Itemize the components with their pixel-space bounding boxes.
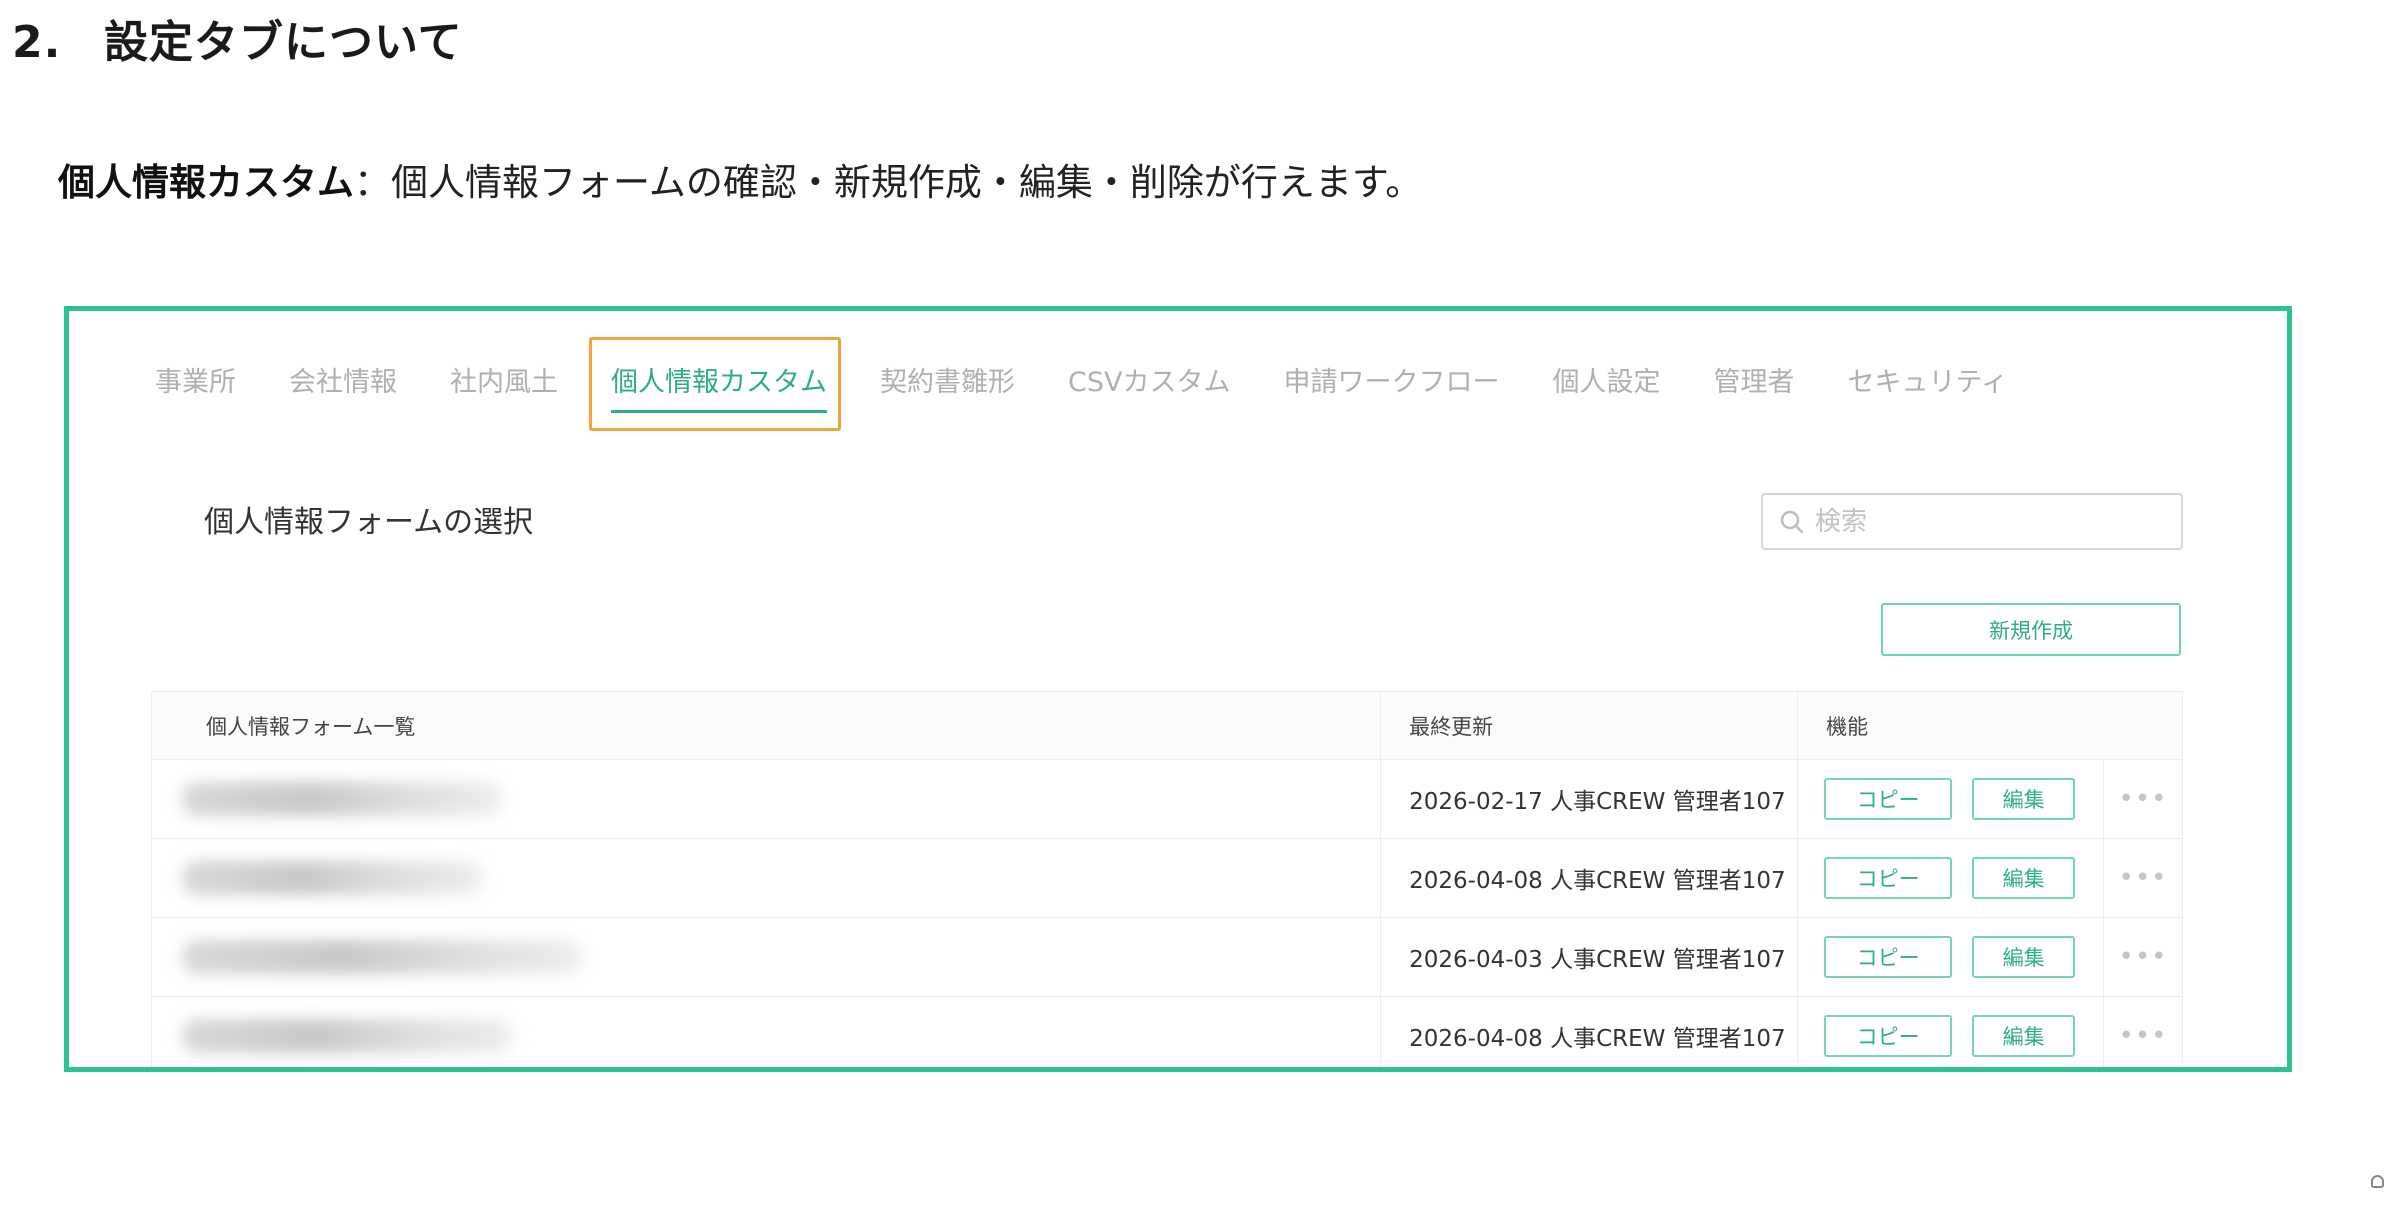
tab-company-info[interactable]: 会社情報: [289, 360, 397, 399]
function-cell: コピー 編集: [1797, 917, 2104, 997]
document-heading: 2. 設定タブについて: [12, 6, 463, 70]
heading-title: 設定タブについて: [104, 17, 463, 68]
settings-tab-bar: 事業所 会社情報 社内風土 個人情報カスタム 契約書雛形 CSVカスタム 申請ワ…: [155, 357, 2061, 413]
table-row: 2026-04-03 人事CREW 管理者107 コピー 編集 •••: [150, 917, 2183, 997]
more-cell: •••: [2103, 996, 2183, 1067]
copy-button[interactable]: コピー: [1824, 857, 1953, 899]
search-box[interactable]: [1761, 493, 2183, 550]
function-cell: コピー 編集: [1797, 838, 2104, 918]
search-input[interactable]: [1815, 506, 2175, 537]
last-updated-cell: 2026-04-03 人事CREW 管理者107: [1380, 917, 1799, 997]
more-cell: •••: [2103, 759, 2183, 839]
more-cell: •••: [2103, 838, 2183, 918]
tab-office[interactable]: 事業所: [155, 360, 236, 399]
header-last-updated: 最終更新: [1380, 691, 1799, 760]
table-row: 2026-04-08 人事CREW 管理者107 コピー 編集 •••: [150, 996, 2183, 1067]
copy-button[interactable]: コピー: [1824, 936, 1953, 978]
edit-button[interactable]: 編集: [1972, 778, 2076, 820]
blurred-form-name: [182, 1019, 512, 1053]
form-name-cell[interactable]: [150, 759, 1382, 839]
blurred-form-name: [182, 782, 502, 816]
last-updated-cell: 2026-04-08 人事CREW 管理者107: [1380, 838, 1799, 918]
blurred-form-name: [182, 861, 482, 895]
tab-company-culture[interactable]: 社内風土: [450, 360, 558, 399]
more-options-icon[interactable]: •••: [2118, 942, 2167, 972]
form-name-cell[interactable]: [150, 917, 1382, 997]
table-row: 2026-04-08 人事CREW 管理者107 コピー 編集 •••: [150, 838, 2183, 918]
description: 個人情報カスタム：個人情報フォームの確認・新規作成・編集・削除が行えます。: [58, 152, 1422, 206]
tab-security[interactable]: セキュリティ: [1847, 360, 2007, 399]
description-bold: 個人情報カスタム: [58, 161, 354, 204]
more-options-icon[interactable]: •••: [2118, 863, 2167, 893]
search-icon: [1779, 509, 1805, 535]
last-updated-cell: 2026-04-08 人事CREW 管理者107: [1380, 996, 1799, 1067]
copy-button[interactable]: コピー: [1824, 778, 1953, 820]
table-header-row: 個人情報フォーム一覧 最終更新 機能: [150, 691, 2183, 760]
copy-button[interactable]: コピー: [1824, 1015, 1953, 1057]
blurred-form-name: [182, 940, 582, 974]
header-form-list: 個人情報フォーム一覧: [150, 691, 1382, 760]
function-cell: コピー 編集: [1797, 996, 2104, 1067]
function-cell: コピー 編集: [1797, 759, 2104, 839]
more-options-icon[interactable]: •••: [2118, 1021, 2167, 1051]
edit-button[interactable]: 編集: [1972, 936, 2076, 978]
tab-personal-settings[interactable]: 個人設定: [1552, 360, 1660, 399]
tab-contract-template[interactable]: 契約書雛形: [880, 360, 1015, 399]
form-name-cell[interactable]: [150, 838, 1382, 918]
tab-personal-info-custom[interactable]: 個人情報カスタム: [611, 360, 827, 413]
heading-number: 2.: [12, 17, 62, 68]
table-row: 2026-02-17 人事CREW 管理者107 コピー 編集 •••: [150, 759, 2183, 839]
header-functions: 機能: [1797, 691, 2183, 760]
screenshot-frame: 事業所 会社情報 社内風土 個人情報カスタム 契約書雛形 CSVカスタム 申請ワ…: [64, 306, 2292, 1072]
last-updated-cell: 2026-02-17 人事CREW 管理者107: [1380, 759, 1799, 839]
edit-button[interactable]: 編集: [1972, 1015, 2076, 1057]
edit-button[interactable]: 編集: [1972, 857, 2076, 899]
new-form-button[interactable]: 新規作成: [1881, 603, 2181, 656]
tab-csv-custom[interactable]: CSVカスタム: [1068, 360, 1230, 399]
section-title: 個人情報フォームの選択: [204, 505, 534, 540]
form-name-cell[interactable]: [150, 996, 1382, 1067]
tab-application-workflow[interactable]: 申請ワークフロー: [1283, 360, 1499, 399]
description-text: ：個人情報フォームの確認・新規作成・編集・削除が行えます。: [354, 161, 1423, 204]
more-options-icon[interactable]: •••: [2118, 784, 2167, 814]
more-cell: •••: [2103, 917, 2183, 997]
corner-icon: [2371, 1175, 2384, 1188]
form-list-table: 個人情報フォーム一覧 最終更新 機能 2026-02-17 人事CREW 管理者…: [150, 691, 2183, 1067]
tab-administrator[interactable]: 管理者: [1713, 360, 1794, 399]
